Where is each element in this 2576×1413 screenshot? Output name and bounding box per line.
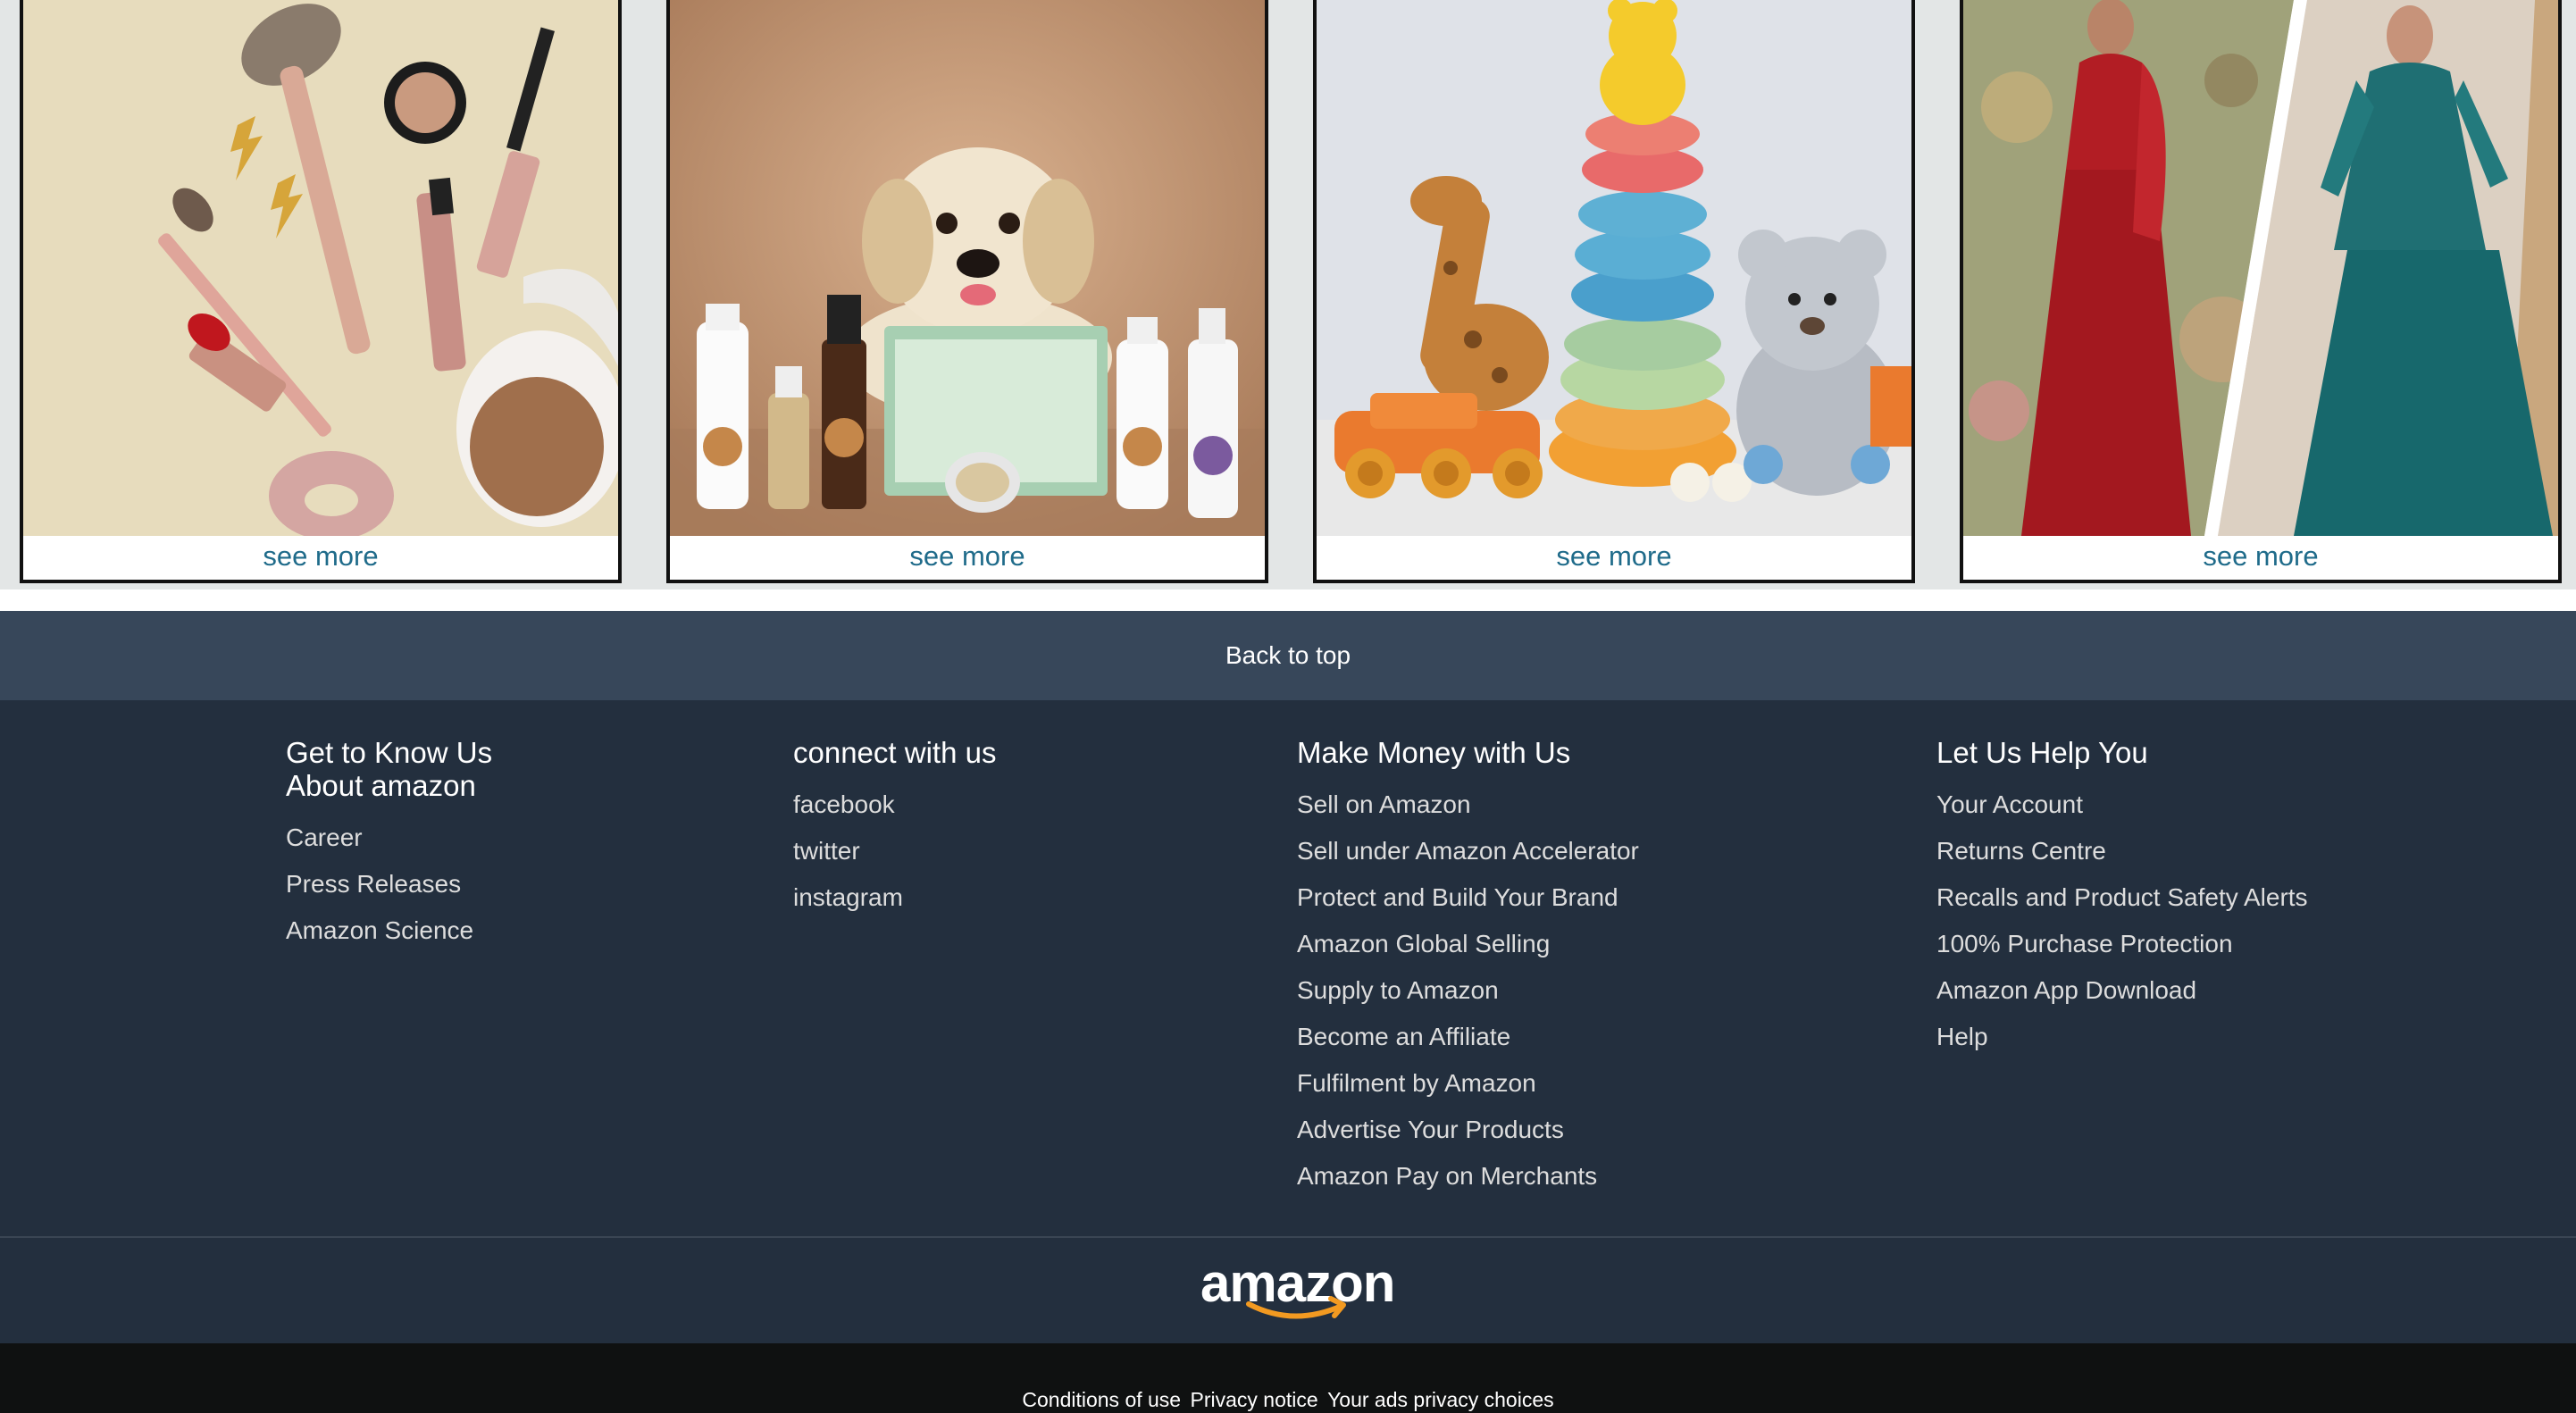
section-spacer [0,589,2576,611]
footer-link-fulfilment[interactable]: Fulfilment by Amazon [1297,1060,1639,1107]
footer-column-title: Make Money with Us [1297,736,1571,769]
pet-care-image[interactable] [670,0,1265,536]
amazon-logo[interactable]: amazon [1197,1253,1395,1320]
footer-link-global-selling[interactable]: Amazon Global Selling [1297,921,1639,967]
footer-link-amazon-science[interactable]: Amazon Science [286,907,492,954]
footer-link-sell-on-amazon[interactable]: Sell on Amazon [1297,782,1639,828]
footer-column-get-to-know-us: Get to Know Us About amazon Career Press… [286,736,492,954]
footer-links: Get to Know Us About amazon Career Press… [0,700,2576,1236]
footer-link-advertise[interactable]: Advertise Your Products [1297,1107,1639,1153]
footer-column-title: Let Us Help You [1936,736,2148,769]
footer-column-make-money: Make Money with Us Sell on Amazon Sell u… [1297,736,1639,1200]
footer-link-press-releases[interactable]: Press Releases [286,861,492,907]
fashion-image[interactable] [1963,0,2558,536]
footer-link-recalls[interactable]: Recalls and Product Safety Alerts [1936,874,2308,921]
footer-link-brand[interactable]: Protect and Build Your Brand [1297,874,1639,921]
footer-link-twitter[interactable]: twitter [793,828,996,874]
footer-column-connect: connect with us facebook twitter instagr… [793,736,996,921]
footer-link-help[interactable]: Help [1936,1014,2308,1060]
product-tile-toys[interactable]: see more [1313,0,1915,583]
footer-column-title: connect with us [793,736,997,769]
footer-column-help: Let Us Help You Your Account Returns Cen… [1936,736,2308,1060]
privacy-notice-link[interactable]: Privacy notice [1191,1388,1318,1411]
conditions-of-use-link[interactable]: Conditions of use [1022,1388,1181,1411]
legal-bar: Conditions of use Privacy notice Your ad… [0,1343,2576,1413]
makeup-image[interactable] [23,0,618,536]
footer-link-returns[interactable]: Returns Centre [1936,828,2308,874]
see-more-link[interactable]: see more [1317,536,1911,580]
footer-link-purchase-protection[interactable]: 100% Purchase Protection [1936,921,2308,967]
footer-column-subtitle[interactable]: About amazon [286,769,492,802]
product-tile-pet-care[interactable]: see more [666,0,1268,583]
footer-link-facebook[interactable]: facebook [793,782,996,828]
footer-link-amazon-pay[interactable]: Amazon Pay on Merchants [1297,1153,1639,1200]
amazon-smile-icon [1246,1296,1346,1319]
see-more-link[interactable]: see more [670,536,1265,580]
see-more-link[interactable]: see more [23,536,618,580]
footer-link-accelerator[interactable]: Sell under Amazon Accelerator [1297,828,1639,874]
toys-image[interactable] [1317,0,1911,536]
product-tiles-row: see more see more see more see more [0,0,2576,589]
see-more-link[interactable]: see more [1963,536,2558,580]
footer-link-career[interactable]: Career [286,815,492,861]
footer-column-title: Get to Know Us [286,736,493,769]
footer-link-affiliate[interactable]: Become an Affiliate [1297,1014,1639,1060]
footer-link-instagram[interactable]: instagram [793,874,996,921]
footer-logo-band: amazon [0,1238,2576,1343]
legal-links: Conditions of use Privacy notice Your ad… [0,1388,2576,1412]
product-tile-makeup[interactable]: see more [20,0,622,583]
footer-link-your-account[interactable]: Your Account [1936,782,2308,828]
product-tile-fashion[interactable]: see more [1960,0,2562,583]
footer-link-supply[interactable]: Supply to Amazon [1297,967,1639,1014]
footer-link-app-download[interactable]: Amazon App Download [1936,967,2308,1014]
back-to-top-button[interactable]: Back to top [0,611,2576,700]
ads-privacy-choices-link[interactable]: Your ads privacy choices [1327,1388,1554,1411]
